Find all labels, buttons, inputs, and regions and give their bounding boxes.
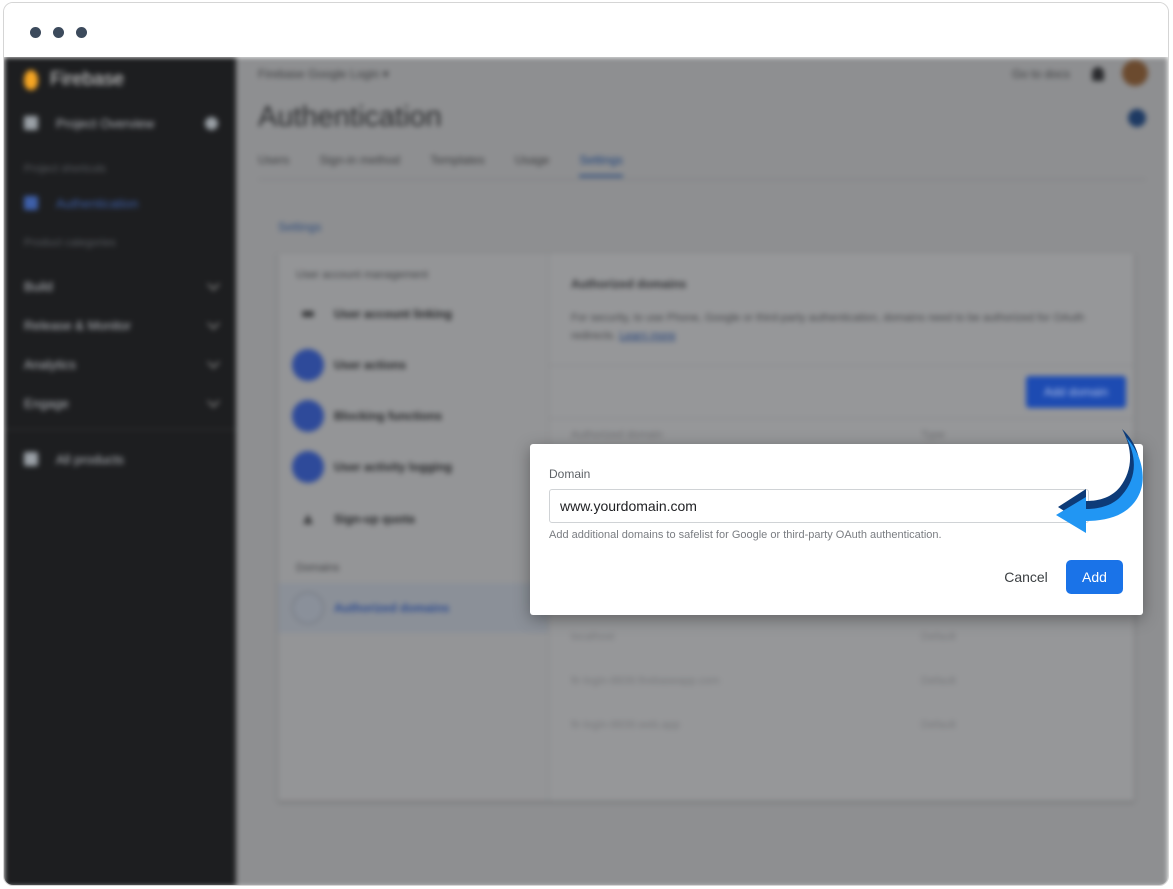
settings-nav-authorized-domains[interactable]: Authorized domains <box>278 583 548 633</box>
lock-icon <box>292 349 324 381</box>
sidebar-group-analytics[interactable]: Analytics <box>24 352 220 376</box>
go-to-docs-link[interactable]: Go to docs <box>1012 67 1070 81</box>
learn-more-link[interactable]: Learn more <box>619 330 675 342</box>
tab-bar: Users Sign-in method Templates Usage Set… <box>258 153 623 177</box>
group-label: Build <box>24 278 53 294</box>
authorized-domains-description: For security, to use Phone, Google or th… <box>571 312 1085 342</box>
settings-nav-user-account-linking[interactable]: User account linking <box>292 296 548 332</box>
tab-sign-in-method[interactable]: Sign-in method <box>319 153 400 177</box>
help-icon[interactable] <box>1128 109 1146 127</box>
tab-users[interactable]: Users <box>258 153 289 177</box>
sidebar-item-all-products[interactable]: All products <box>24 447 218 471</box>
window-maximize-dot[interactable] <box>76 27 87 38</box>
table-row-type: Default <box>921 719 956 731</box>
authorized-domains-title: Authorized domains <box>571 277 687 291</box>
settings-nav-user-activity-logging[interactable]: User activity logging <box>292 449 548 485</box>
page-title: Authentication <box>258 101 442 133</box>
table-row-domain: fir-login-8839.web.app <box>571 719 680 731</box>
avatar[interactable] <box>1122 60 1148 86</box>
domains-toolbar: Add domain <box>549 365 1134 419</box>
table-row-domain: fir-login-8839.firebaseapp.com <box>571 675 720 687</box>
lock-icon <box>292 451 324 483</box>
sidebar-group-build[interactable]: Build <box>24 274 220 298</box>
categories-label: Product categories <box>24 237 116 249</box>
domains-heading: Domains <box>296 562 340 574</box>
window-titlebar <box>4 3 1168 57</box>
nav-item-label: Sign-up quota <box>334 512 415 526</box>
column-header-type: Type <box>921 429 945 441</box>
nav-item-label: User account linking <box>334 307 453 321</box>
chevron-down-icon <box>207 355 220 369</box>
chevron-down-icon <box>207 316 220 330</box>
firebase-flame-icon <box>24 70 38 90</box>
quota-icon <box>292 503 324 535</box>
sidebar-group-release-monitor[interactable]: Release & Monitor <box>24 313 220 337</box>
sidebar-item-project-overview[interactable]: Project Overview <box>24 111 218 135</box>
shortcuts-label: Project shortcuts <box>24 163 106 175</box>
lock-icon <box>292 400 324 432</box>
add-domain-button[interactable]: Add domain <box>1026 376 1126 408</box>
table-row-type: Default <box>921 631 956 643</box>
nav-item-label: Authorized domains <box>334 601 450 615</box>
settings-nav: User account management User account lin… <box>278 253 548 801</box>
cancel-button[interactable]: Cancel <box>991 560 1061 594</box>
sidebar: Firebase Project Overview Project shortc… <box>4 57 236 885</box>
settings-heading: Settings <box>278 220 322 234</box>
table-row-type: Default <box>921 675 956 687</box>
user-mgmt-heading: User account management <box>296 269 429 281</box>
add-button[interactable]: Add <box>1066 560 1123 594</box>
gear-icon[interactable] <box>205 116 218 130</box>
all-products-label: All products <box>56 451 124 467</box>
group-label: Engage <box>24 395 69 411</box>
window-close-dot[interactable] <box>30 27 41 38</box>
nav-item-label: User activity logging <box>334 460 453 474</box>
home-icon <box>24 116 38 130</box>
grid-icon <box>24 452 38 466</box>
people-icon <box>24 196 38 210</box>
project-overview-label: Project Overview <box>56 115 155 131</box>
link-icon <box>292 298 324 330</box>
sidebar-group-engage[interactable]: Engage <box>24 391 220 415</box>
chevron-down-icon <box>207 277 220 291</box>
chevron-down-icon <box>207 394 220 408</box>
nav-item-label: User actions <box>334 358 407 372</box>
domain-help-text: Add additional domains to safelist for G… <box>549 529 942 541</box>
domain-field-label: Domain <box>549 467 591 481</box>
settings-nav-sign-up-quota[interactable]: Sign-up quota <box>292 501 548 537</box>
bell-icon[interactable] <box>1092 67 1104 81</box>
domain-input[interactable] <box>549 489 1089 523</box>
authentication-label: Authentication <box>56 195 139 211</box>
settings-nav-blocking-functions[interactable]: Blocking functions <box>292 398 548 434</box>
brand-name: Firebase <box>50 69 124 90</box>
tab-templates[interactable]: Templates <box>430 153 485 177</box>
sidebar-item-authentication[interactable]: Authentication <box>24 191 218 215</box>
table-row-domain: localhost <box>571 631 615 643</box>
group-label: Analytics <box>24 356 77 372</box>
tab-settings[interactable]: Settings <box>579 153 623 177</box>
group-label: Release & Monitor <box>24 317 131 333</box>
nav-item-label: Blocking functions <box>334 409 442 423</box>
column-header-domain: Authorized domain <box>571 429 663 441</box>
tab-usage[interactable]: Usage <box>515 153 550 177</box>
window-minimize-dot[interactable] <box>53 27 64 38</box>
firebase-brand[interactable]: Firebase <box>24 65 124 95</box>
settings-nav-user-actions[interactable]: User actions <box>292 347 548 383</box>
domain-icon <box>292 592 324 624</box>
browser-window: Firebase Project Overview Project shortc… <box>3 2 1169 886</box>
project-selector[interactable]: Firebase Google Login ▾ <box>258 67 389 81</box>
annotation-arrow-icon <box>1056 429 1143 533</box>
